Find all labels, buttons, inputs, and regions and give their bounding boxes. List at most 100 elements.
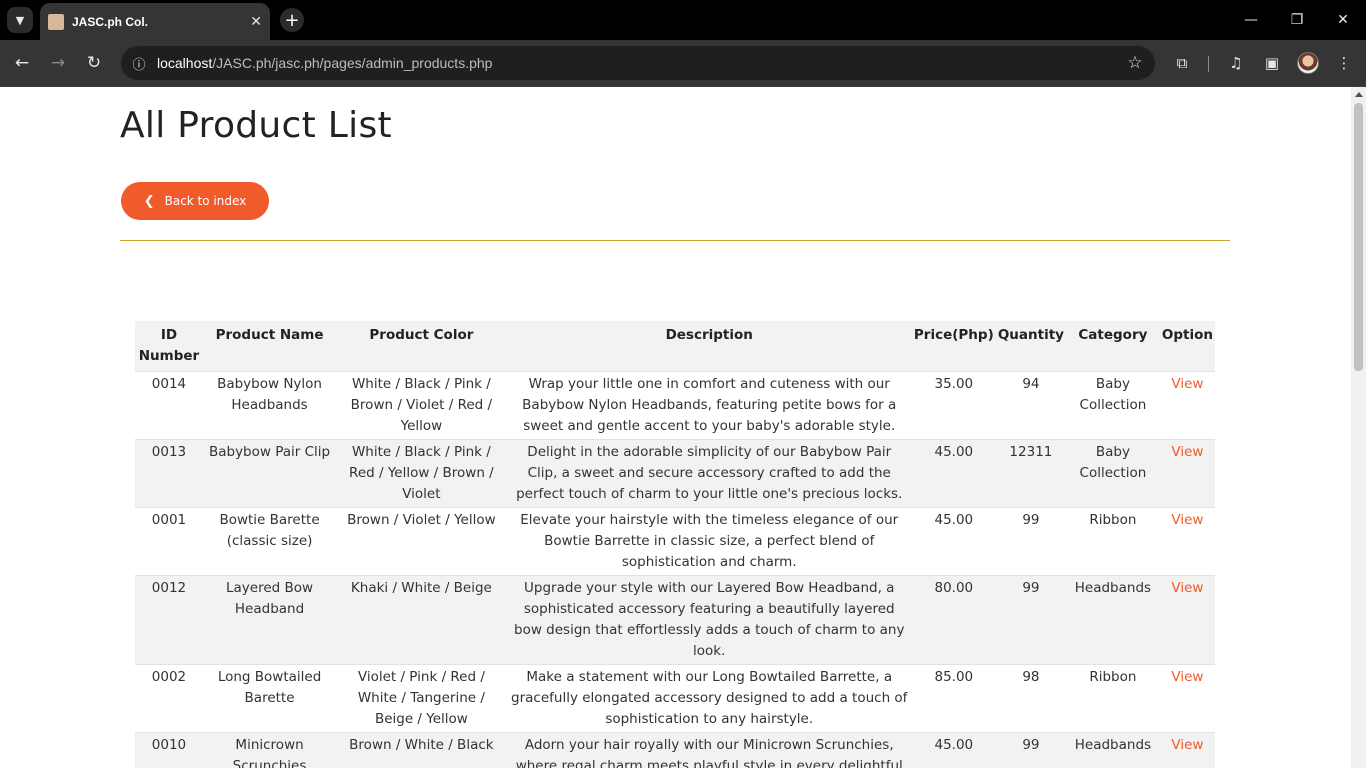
active-tab[interactable]: JASC.ph Col. ✕	[40, 3, 270, 40]
header-id: ID Number	[135, 321, 203, 372]
minimize-button[interactable]: —	[1228, 0, 1274, 40]
tab-search-button[interactable]: ▼	[7, 7, 33, 33]
url-host: localhost	[157, 55, 213, 71]
cell-category: Ribbon	[1065, 664, 1160, 733]
cell-name: Minicrown Scrunchies	[202, 732, 337, 768]
products-table: ID Number Product Name Product Color Des…	[135, 321, 1215, 768]
table-header-row: ID Number Product Name Product Color Des…	[135, 321, 1215, 372]
browser-toolbar: ← → ↻ ⓘ localhost/JASC.ph/jasc.ph/pages/…	[0, 40, 1366, 87]
cell-quantity: 99	[995, 507, 1066, 576]
kebab-menu-icon[interactable]: ⋮	[1331, 50, 1357, 76]
table-row: 0002 Long Bowtailed Barette Violet / Pin…	[135, 664, 1215, 733]
puzzle-icon[interactable]: ⧉	[1169, 50, 1195, 76]
cell-option: View	[1159, 507, 1215, 576]
arrow-left-icon: ←	[14, 53, 30, 73]
table-row: 0014 Babybow Nylon Headbands White / Bla…	[135, 371, 1215, 440]
cell-quantity: 99	[995, 575, 1066, 665]
scroll-up-arrow-icon[interactable]	[1355, 92, 1363, 97]
close-window-button[interactable]: ✕	[1320, 0, 1366, 40]
divider	[120, 240, 1230, 241]
star-icon[interactable]: ☆	[1115, 53, 1155, 73]
table-row: 0010 Minicrown Scrunchies Brown / White …	[135, 732, 1215, 768]
header-product-color: Product Color	[336, 321, 507, 372]
cell-price: 45.00	[911, 732, 996, 768]
new-tab-button[interactable]: +	[280, 8, 304, 32]
cell-id: 0012	[135, 575, 203, 665]
tab-title: JASC.ph Col.	[72, 14, 149, 29]
cell-color: White / Black / Pink / Brown / Violet / …	[336, 371, 507, 440]
cell-category: Baby Collection	[1065, 439, 1160, 508]
cell-color: Brown / Violet / Yellow	[336, 507, 507, 576]
window-controls: — ❐ ✕	[1228, 0, 1366, 40]
cell-id: 0014	[135, 371, 203, 440]
arrow-right-icon: →	[50, 53, 66, 73]
table-row: 0012 Layered Bow Headband Khaki / White …	[135, 575, 1215, 665]
cell-quantity: 98	[995, 664, 1066, 733]
page-viewport: All Product List ❮ Back to index ID Numb…	[0, 87, 1366, 768]
header-product-name: Product Name	[202, 321, 337, 372]
cell-option: View	[1159, 732, 1215, 768]
back-to-index-label: Back to index	[164, 194, 247, 208]
side-panel-icon[interactable]: ▣	[1259, 50, 1285, 76]
cell-price: 85.00	[911, 664, 996, 733]
cell-category: Headbands	[1065, 732, 1160, 768]
cell-name: Long Bowtailed Barette	[202, 664, 337, 733]
cell-option: View	[1159, 664, 1215, 733]
header-option: Option	[1159, 321, 1215, 372]
cell-name: Bowtie Barette (classic size)	[202, 507, 337, 576]
header-price: Price(Php)	[911, 321, 996, 372]
close-icon[interactable]: ✕	[250, 14, 262, 30]
avatar[interactable]	[1297, 52, 1319, 74]
tab-strip: ▼ JASC.ph Col. ✕ + — ❐ ✕	[0, 0, 1366, 40]
view-link[interactable]: View	[1171, 444, 1203, 460]
header-category: Category	[1065, 321, 1160, 372]
url-text[interactable]: localhost/JASC.ph/jasc.ph/pages/admin_pr…	[157, 55, 1115, 71]
cell-name: Babybow Pair Clip	[202, 439, 337, 508]
cell-description: Adorn your hair royally with our Minicro…	[506, 732, 912, 768]
cell-description: Make a statement with our Long Bowtailed…	[506, 664, 912, 733]
favicon-icon	[48, 13, 64, 30]
cell-id: 0002	[135, 664, 203, 733]
cell-description: Elevate your hairstyle with the timeless…	[506, 507, 912, 576]
back-to-index-button[interactable]: ❮ Back to index	[121, 182, 269, 220]
table-row: 0013 Babybow Pair Clip White / Black / P…	[135, 439, 1215, 508]
cell-option: View	[1159, 575, 1215, 665]
cell-name: Layered Bow Headband	[202, 575, 337, 665]
forward-nav-button[interactable]: →	[45, 50, 71, 76]
reload-button[interactable]: ↻	[81, 50, 107, 76]
restore-button[interactable]: ❐	[1274, 0, 1320, 40]
cell-price: 80.00	[911, 575, 996, 665]
address-bar[interactable]: ⓘ localhost/JASC.ph/jasc.ph/pages/admin_…	[121, 46, 1155, 80]
view-link[interactable]: View	[1171, 669, 1203, 685]
toolbar-separator	[1208, 56, 1209, 72]
cell-color: Violet / Pink / Red / White / Tangerine …	[336, 664, 507, 733]
view-link[interactable]: View	[1171, 512, 1203, 528]
cell-price: 45.00	[911, 507, 996, 576]
page-title: All Product List	[120, 105, 392, 146]
info-icon[interactable]: ⓘ	[121, 46, 157, 80]
cell-description: Delight in the adorable simplicity of ou…	[506, 439, 912, 508]
table-row: 0001 Bowtie Barette (classic size) Brown…	[135, 507, 1215, 576]
cell-id: 0010	[135, 732, 203, 768]
header-quantity: Quantity	[995, 321, 1066, 372]
plus-icon: +	[284, 9, 300, 31]
cell-color: Brown / White / Black	[336, 732, 507, 768]
header-description: Description	[506, 321, 912, 372]
url-path: /JASC.ph/jasc.ph/pages/admin_products.ph…	[212, 55, 493, 71]
cell-color: Khaki / White / Beige	[336, 575, 507, 665]
cell-option: View	[1159, 439, 1215, 508]
cell-price: 45.00	[911, 439, 996, 508]
cell-description: Upgrade your style with our Layered Bow …	[506, 575, 912, 665]
view-link[interactable]: View	[1171, 580, 1203, 596]
cell-option: View	[1159, 371, 1215, 440]
scrollbar-thumb[interactable]	[1354, 103, 1363, 371]
cell-id: 0001	[135, 507, 203, 576]
media-control-icon[interactable]: ♫	[1223, 50, 1249, 76]
view-link[interactable]: View	[1171, 737, 1203, 753]
view-link[interactable]: View	[1171, 376, 1203, 392]
vertical-scrollbar[interactable]	[1351, 87, 1366, 768]
cell-id: 0013	[135, 439, 203, 508]
cell-color: White / Black / Pink / Red / Yellow / Br…	[336, 439, 507, 508]
back-nav-button[interactable]: ←	[9, 50, 35, 76]
cell-category: Headbands	[1065, 575, 1160, 665]
